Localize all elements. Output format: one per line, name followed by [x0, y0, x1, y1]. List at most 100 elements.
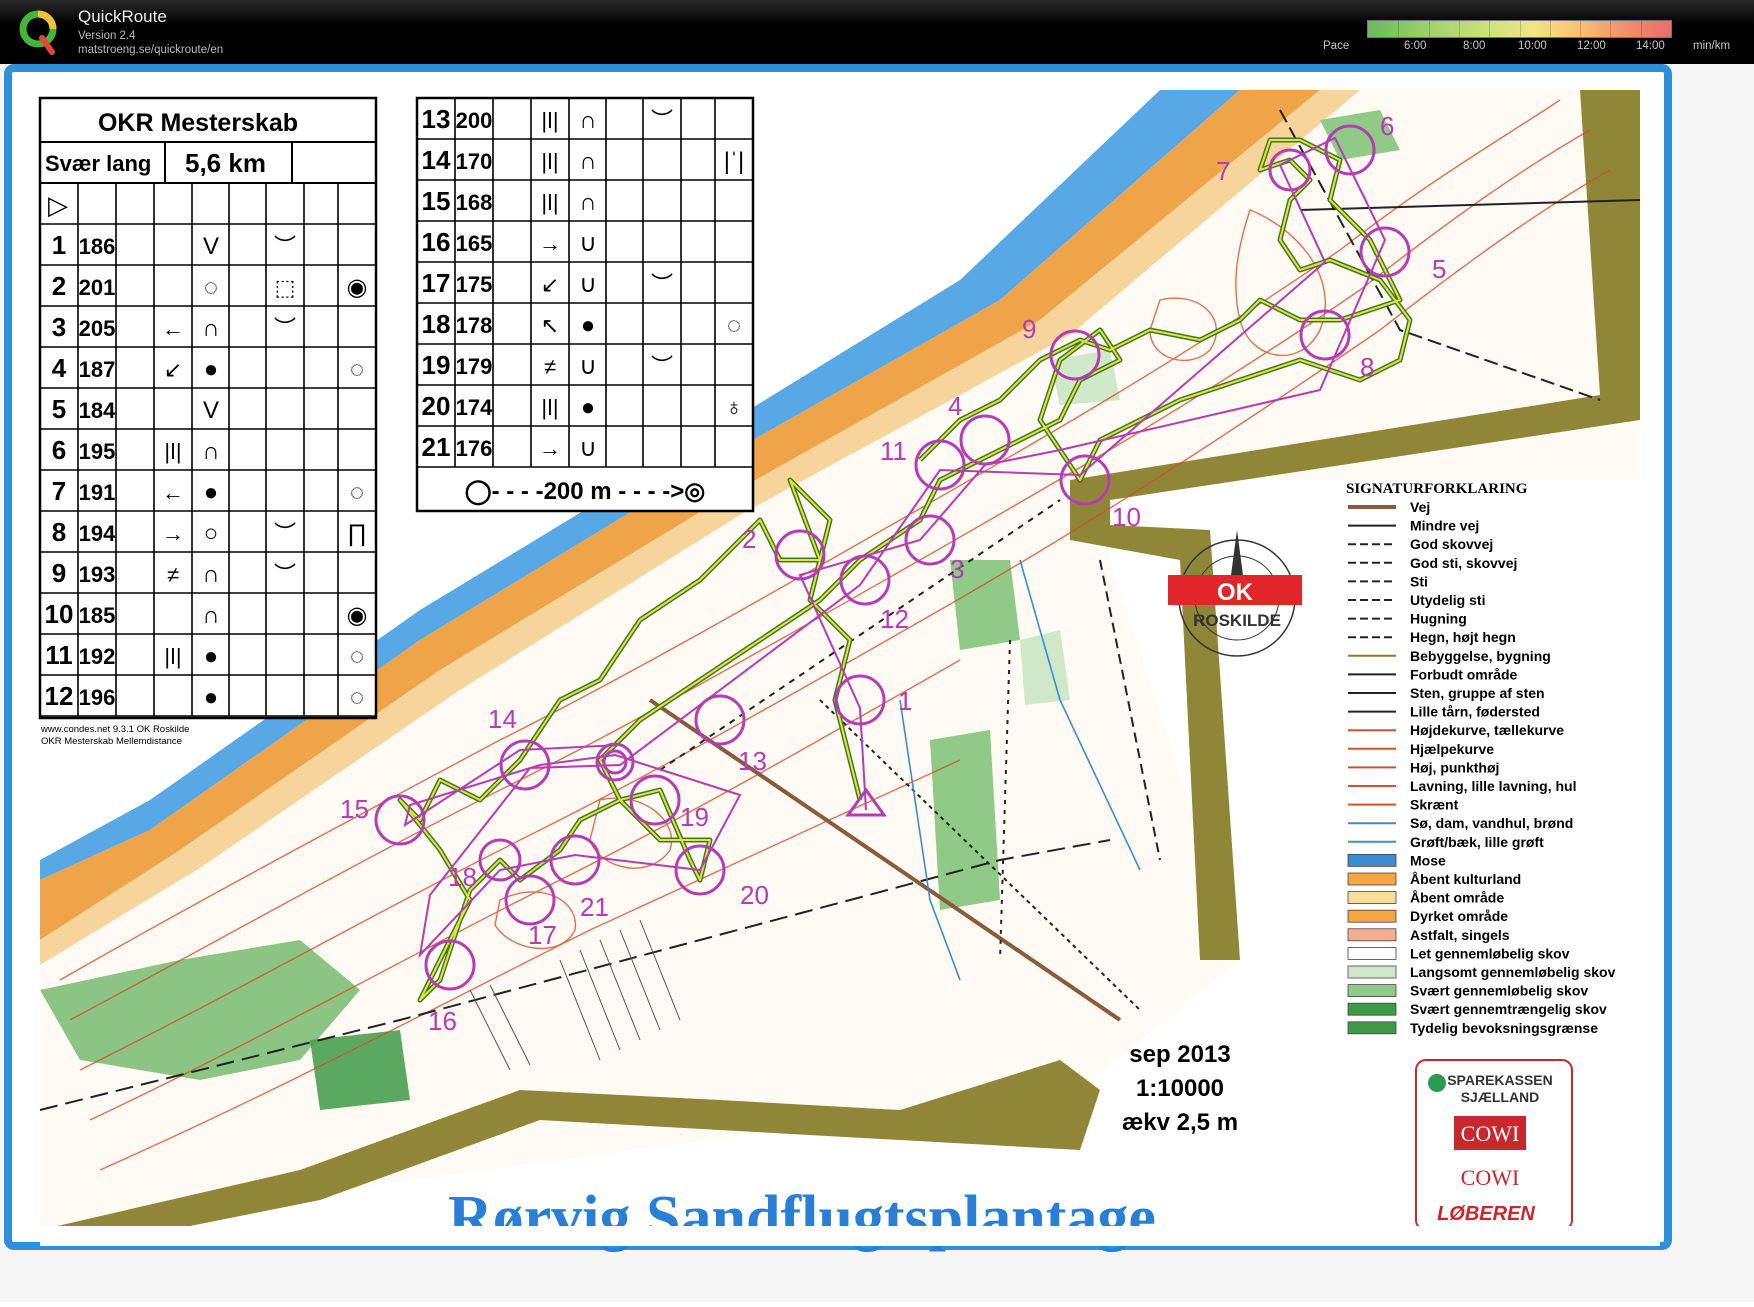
description-cell: ≠ — [167, 562, 179, 587]
description-cell: 195 — [79, 439, 116, 464]
description-cell: 178 — [456, 313, 493, 338]
description-cell: ∩ — [202, 315, 219, 342]
description-cell: 18 — [422, 309, 451, 339]
legend-label: Let gennemløbelig skov — [1410, 945, 1570, 961]
description-cell: 165 — [456, 231, 493, 256]
legend-label: Sø, dam, vandhul, brønd — [1410, 815, 1573, 831]
description-cell: 192 — [79, 644, 116, 669]
legend-label: Åbent område — [1410, 890, 1504, 906]
description-cell: ↖ — [541, 313, 559, 338]
control-number: 17 — [528, 920, 557, 950]
description-cell: 14 — [422, 145, 451, 175]
description-cell: |ǀ| — [164, 644, 181, 669]
description-cell: 170 — [456, 149, 493, 174]
legend-swatch — [1347, 854, 1397, 867]
description-cell: 205 — [79, 316, 116, 341]
club-name: ROSKILDE — [1193, 611, 1281, 630]
map-canvas[interactable]: 1 2 3 4 5 6 7 8 9 10 11 12 13 14 15 16 1… — [0, 64, 1754, 1302]
description-cell: ◉ — [347, 274, 368, 301]
legend-label: Utydelig sti — [1410, 592, 1485, 608]
description-cell: ≠ — [544, 354, 556, 379]
description-cell: 12 — [45, 681, 74, 711]
legend-label: Svært gennemtrængelig skov — [1410, 1001, 1607, 1017]
description-cell: |ǀ| — [541, 395, 558, 420]
description-cell: 17 — [422, 268, 451, 298]
description-cell: 179 — [456, 354, 493, 379]
sponsor-box: SPAREKASSEN SJÆLLAND COWI COWI LØBEREN — [1415, 1059, 1573, 1231]
legend-label: Vej — [1410, 499, 1430, 515]
description-cell: ︶ — [651, 272, 673, 297]
description-cell: ○ — [204, 520, 219, 547]
description-cell: ∏ — [347, 520, 367, 547]
description-cell: ∩ — [579, 189, 596, 216]
map-scale: 1:10000 — [1136, 1075, 1224, 1102]
description-cell: 187 — [79, 357, 116, 382]
legend-swatch — [1347, 928, 1397, 942]
description-cell: 184 — [79, 398, 116, 423]
legend-label: Hjælpekurve — [1410, 741, 1494, 757]
description-cell: 6 — [52, 435, 66, 465]
app-title: QuickRoute — [78, 7, 167, 26]
description-cell: 176 — [456, 436, 493, 461]
pace-color-scale — [1367, 20, 1672, 38]
legend-swatch — [1347, 909, 1397, 923]
vegetation-patch — [310, 1030, 410, 1110]
legend-swatch — [1347, 1021, 1397, 1035]
sponsor-line2: SJÆLLAND — [1461, 1089, 1540, 1105]
description-cell: ∩ — [579, 107, 596, 134]
description-cell: ∪ — [579, 435, 597, 462]
description-cell: 186 — [79, 234, 116, 259]
control-number: 12 — [880, 604, 909, 634]
description-cell: ︶ — [651, 108, 673, 133]
description-cell: ● — [204, 356, 219, 383]
map-equidistance: ækv 2,5 m — [1122, 1109, 1238, 1136]
description-cell: 5 — [52, 394, 66, 424]
legend-label: Astfalt, singels — [1410, 927, 1510, 943]
description-cell: ← — [162, 480, 184, 505]
description-cell: 15 — [422, 186, 451, 216]
control-number: 9 — [1022, 314, 1036, 344]
description-cell: ◌ — [350, 356, 364, 383]
description-cell: ◌ — [350, 479, 364, 506]
description-cell: ● — [581, 312, 596, 339]
description-cell: 8 — [52, 517, 66, 547]
description-cell: → — [162, 521, 184, 546]
control-number: 15 — [340, 794, 369, 824]
map-date: sep 2013 — [1129, 1041, 1230, 1068]
description-cell: 201 — [79, 275, 116, 300]
legend-label: Sti — [1410, 573, 1428, 589]
description-cell: 16 — [422, 227, 451, 257]
description-cell: |ǀ| — [541, 108, 558, 133]
description-cell: ∪ — [579, 271, 597, 298]
orienteering-map[interactable]: 1 2 3 4 5 6 7 8 9 10 11 12 13 14 15 16 1… — [0, 64, 1754, 1302]
club-badge: OK — [1217, 579, 1254, 606]
sponsor-line1: SPAREKASSEN — [1447, 1072, 1553, 1088]
description-cell: ∩ — [202, 438, 219, 465]
description-cell: 4 — [52, 353, 67, 383]
legend-label: Tydelig bevoksningsgrænse — [1410, 1020, 1598, 1036]
description-cell: |ǀ| — [541, 149, 558, 174]
description-cell: V — [203, 397, 219, 424]
pace-unit: min/km — [1693, 40, 1731, 52]
legend-label: Lavning, lille lavning, hul — [1410, 778, 1576, 794]
description-cell: ● — [581, 394, 596, 421]
description-cell: 196 — [79, 685, 116, 710]
legend-label: Højdekurve, tællekurve — [1410, 722, 1564, 738]
control-number: 7 — [1216, 156, 1230, 186]
control-number: 11 — [880, 436, 907, 466]
pace-tick: 8:00 — [1463, 40, 1486, 52]
description-cell: ︶ — [651, 354, 673, 379]
legend-label: Lille tårn, føderstеd — [1410, 704, 1540, 720]
app-url[interactable]: matstroeng.se/quickroute/en — [78, 44, 223, 56]
finish-line-row: ◯- - - -200 m - - - ->◎ — [465, 478, 706, 506]
quickroute-logo-icon — [19, 10, 57, 55]
description-cell: 168 — [456, 190, 493, 215]
legend-swatch — [1347, 872, 1397, 886]
legend-label: Mindre vej — [1410, 518, 1479, 534]
description-cell: ◌ — [350, 684, 364, 711]
legend-swatch — [1347, 947, 1397, 960]
control-number: 2 — [742, 524, 756, 554]
legend-label: Hugning — [1410, 611, 1467, 627]
control-number: 20 — [740, 880, 769, 910]
description-cell: ∪ — [579, 230, 597, 257]
